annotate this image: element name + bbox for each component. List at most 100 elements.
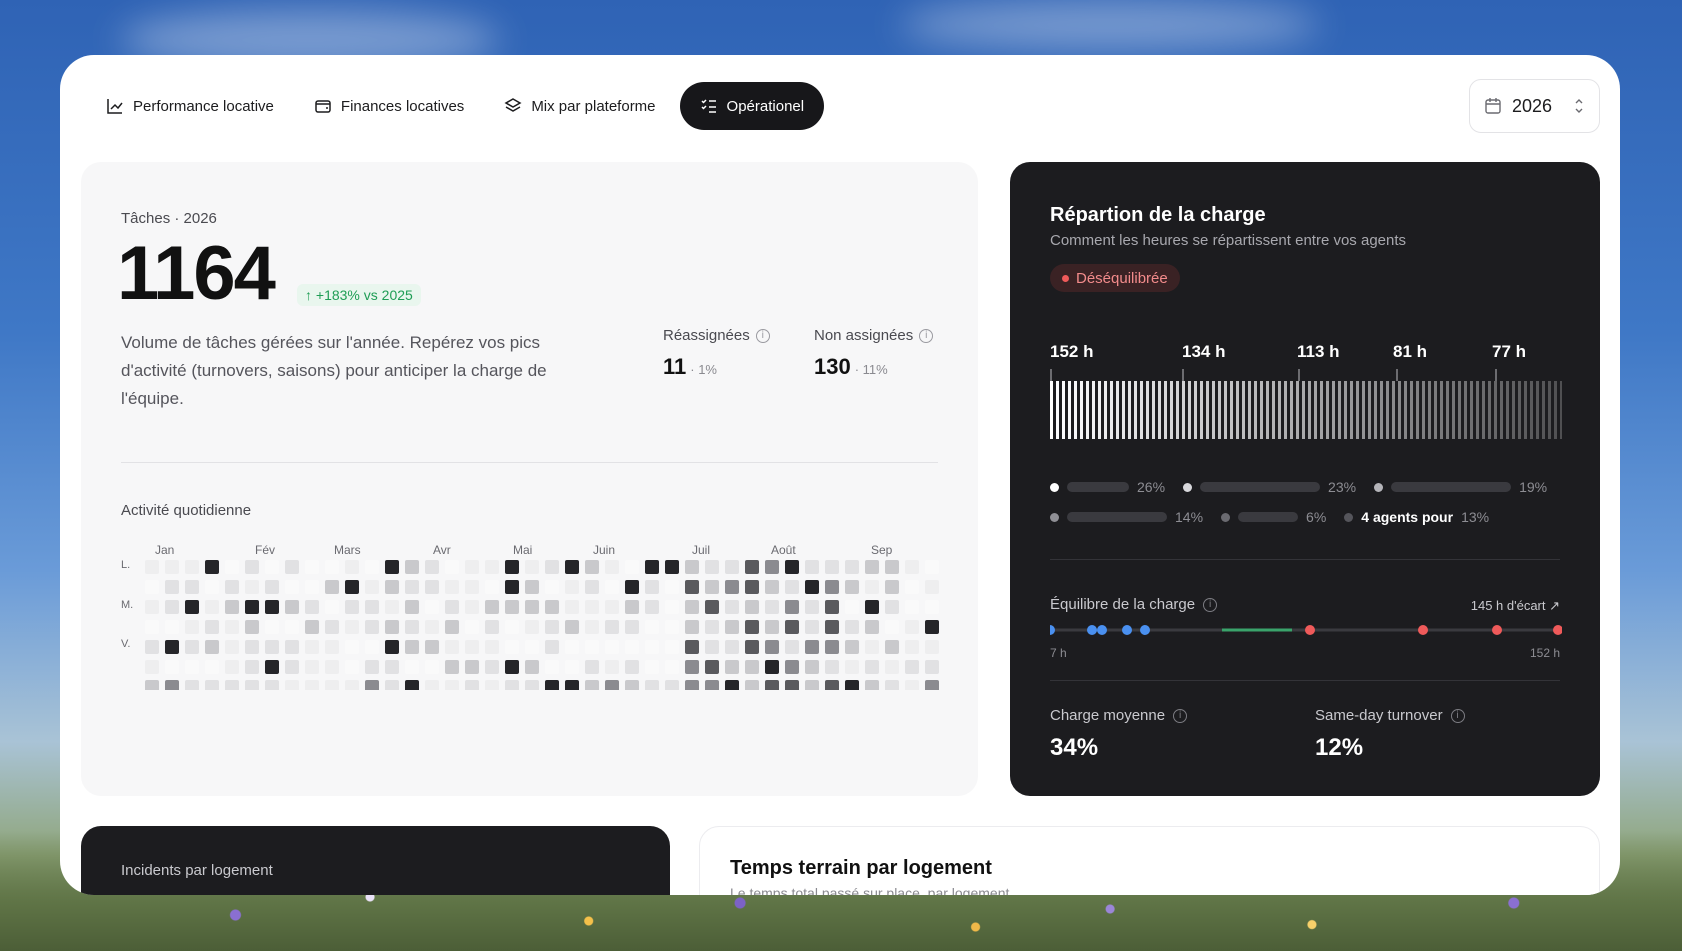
heatmap-cell	[605, 580, 619, 594]
workload-stripe	[1356, 381, 1359, 439]
incidents-title: Incidents par logement	[121, 862, 273, 879]
heatmap-cell	[505, 580, 519, 594]
heatmap-cell	[705, 560, 719, 574]
hours-label: 134 h	[1182, 342, 1226, 361]
heatmap-cell	[925, 600, 939, 614]
heatmap-cell	[685, 600, 699, 614]
heatmap-cell	[465, 680, 479, 690]
legend-dot	[1050, 512, 1059, 522]
workload-stripe	[1440, 381, 1443, 439]
legend-pct: 6%	[1306, 509, 1327, 525]
workload-title: Répartion de la charge	[1050, 204, 1266, 226]
legend-dot	[1374, 482, 1384, 492]
heatmap-cell	[205, 560, 219, 574]
heatmap-cell	[305, 640, 319, 654]
workload-stripe	[1212, 381, 1215, 439]
heatmap-cell	[425, 640, 439, 654]
heatmap-cell	[565, 680, 579, 690]
heatmap-cell	[505, 600, 519, 614]
heatmap-cell	[245, 640, 259, 654]
heatmap-cell	[545, 560, 559, 574]
heatmap-cell	[325, 660, 339, 674]
info-icon[interactable]: i	[1173, 708, 1188, 723]
heatmap-cell	[685, 580, 699, 594]
field-time-card: Temps terrain par logement Le temps tota…	[699, 826, 1600, 895]
heatmap-cell	[385, 560, 399, 574]
workload-stripe	[1224, 381, 1227, 439]
heatmap-cell	[665, 580, 679, 594]
heatmap-cell	[165, 600, 179, 614]
heatmap-cell	[865, 620, 879, 634]
workload-stripe	[1164, 381, 1167, 439]
heatmap-cell	[925, 580, 939, 594]
workload-stripe	[1302, 381, 1305, 439]
heatmap-cell	[145, 660, 159, 674]
tab-performance-locative[interactable]: Performance locative	[90, 82, 290, 130]
heatmap-cell	[885, 560, 899, 574]
info-icon[interactable]: i	[755, 328, 770, 343]
day-label: V.	[121, 638, 131, 650]
heatmap-cell	[785, 680, 799, 690]
workload-stripe	[1146, 381, 1149, 439]
heatmap-cell	[345, 640, 359, 654]
status-badge: Déséquilibrée	[1050, 264, 1180, 292]
heatmap-cell	[885, 640, 899, 654]
info-icon[interactable]: i	[919, 328, 934, 343]
tab-mix-par-plateforme[interactable]: Mix par plateforme	[488, 82, 671, 130]
heatmap-cell	[405, 580, 419, 594]
workload-subtitle: Comment les heures se répartissent entre…	[1050, 232, 1407, 249]
heatmap-cell	[265, 660, 279, 674]
workload-stripe	[1098, 381, 1101, 439]
heatmap-cell	[225, 580, 239, 594]
info-icon[interactable]: i	[1203, 597, 1218, 612]
heatmap-cell	[785, 600, 799, 614]
heatmap-cell	[665, 680, 679, 690]
hours-label: 152 h	[1050, 342, 1094, 361]
workload-stripe	[1404, 381, 1407, 439]
heatmap-cell	[665, 640, 679, 654]
heatmap-cell	[325, 680, 339, 690]
heatmap-cell	[465, 640, 479, 654]
workload-stripe	[1398, 381, 1401, 439]
heatmap-cell	[725, 680, 739, 690]
heatmap-cell	[185, 600, 199, 614]
workload-stripe	[1374, 381, 1377, 439]
line-chart-icon	[107, 99, 123, 114]
heatmap-cell	[565, 620, 579, 634]
legend-dot	[1221, 512, 1231, 522]
tasks-kicker: Tâches · 2026	[121, 210, 217, 227]
info-icon[interactable]: i	[1450, 708, 1465, 723]
heatmap-cell	[625, 600, 639, 614]
workload-stripe	[1278, 381, 1281, 439]
workload-stripe	[1080, 381, 1083, 439]
month-label: Mai	[513, 543, 533, 557]
heatmap-cell	[365, 640, 379, 654]
heatmap-cell	[165, 640, 179, 654]
workload-stripe	[1476, 381, 1479, 439]
heatmap-cell	[405, 600, 419, 614]
heatmap-cell	[165, 660, 179, 674]
heatmap-cell	[725, 600, 739, 614]
heatmap-cell	[885, 580, 899, 594]
heatmap-cell	[165, 560, 179, 574]
heatmap-cell	[805, 660, 819, 674]
heatmap-cell	[245, 580, 259, 594]
heatmap-cell	[325, 560, 339, 574]
legend-name	[1238, 512, 1299, 522]
balance-gap-link[interactable]: 145 h d'écart ↗	[1471, 598, 1560, 614]
workload-stripe	[1188, 381, 1191, 439]
heatmap-cell	[905, 640, 919, 654]
workload-stripe	[1062, 381, 1065, 439]
tab-operationel[interactable]: Opérationel	[679, 82, 825, 130]
workload-stripe	[1494, 381, 1497, 439]
heatmap-cell	[625, 620, 639, 634]
hours-label: 81 h	[1393, 342, 1428, 361]
heatmap-cell	[345, 600, 359, 614]
year-select[interactable]: 2026	[1469, 79, 1600, 133]
tab-finances-locatives[interactable]: Finances locatives	[298, 82, 480, 130]
month-label: Sep	[871, 543, 893, 557]
heatmap-cell	[185, 660, 199, 674]
heatmap-cell	[925, 680, 939, 690]
workload-stripe	[1152, 381, 1155, 439]
heatmap-cell	[585, 600, 599, 614]
